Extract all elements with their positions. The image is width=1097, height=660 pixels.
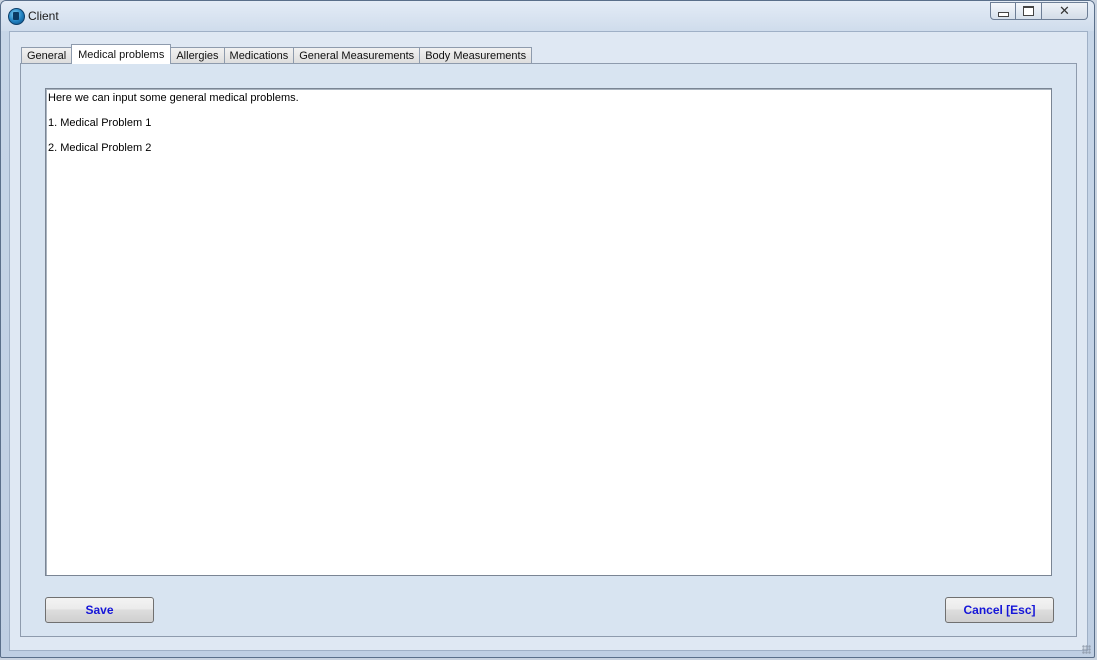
tab-allergies[interactable]: Allergies xyxy=(170,47,225,64)
client-area: General Medical problems Allergies Medic… xyxy=(9,31,1088,651)
tab-panel-medical-problems: Here we can input some general medical p… xyxy=(20,63,1077,637)
editor-line: 1. Medical Problem 1 xyxy=(48,117,152,129)
minimize-button[interactable] xyxy=(990,2,1016,20)
app-icon xyxy=(8,8,25,25)
maximize-icon xyxy=(1023,6,1034,16)
minimize-icon xyxy=(997,11,1009,17)
tab-medications[interactable]: Medications xyxy=(223,47,295,64)
editor-line: 2. Medical Problem 2 xyxy=(48,142,152,154)
medical-problems-textarea[interactable]: Here we can input some general medical p… xyxy=(45,88,1052,576)
resize-grip[interactable] xyxy=(1082,645,1091,654)
tab-general[interactable]: General xyxy=(21,47,73,64)
cancel-button[interactable]: Cancel [Esc] xyxy=(945,597,1054,623)
tab-body-measurements[interactable]: Body Measurements xyxy=(419,47,533,64)
window-title: Client xyxy=(28,9,59,23)
editor-line: Here we can input some general medical p… xyxy=(48,92,299,104)
tab-general-measurements[interactable]: General Measurements xyxy=(293,47,421,64)
tab-medical-problems[interactable]: Medical problems xyxy=(71,44,172,64)
maximize-button[interactable] xyxy=(1016,2,1042,20)
tab-strip: General Medical problems Allergies Medic… xyxy=(21,44,533,64)
title-bar[interactable]: Client ✕ xyxy=(1,1,1094,31)
close-icon: ✕ xyxy=(1059,3,1070,18)
save-button[interactable]: Save xyxy=(45,597,154,623)
close-button[interactable]: ✕ xyxy=(1042,2,1088,20)
client-window: Client ✕ General Medical problems Allerg… xyxy=(0,0,1095,658)
window-controls: ✕ xyxy=(990,2,1088,20)
